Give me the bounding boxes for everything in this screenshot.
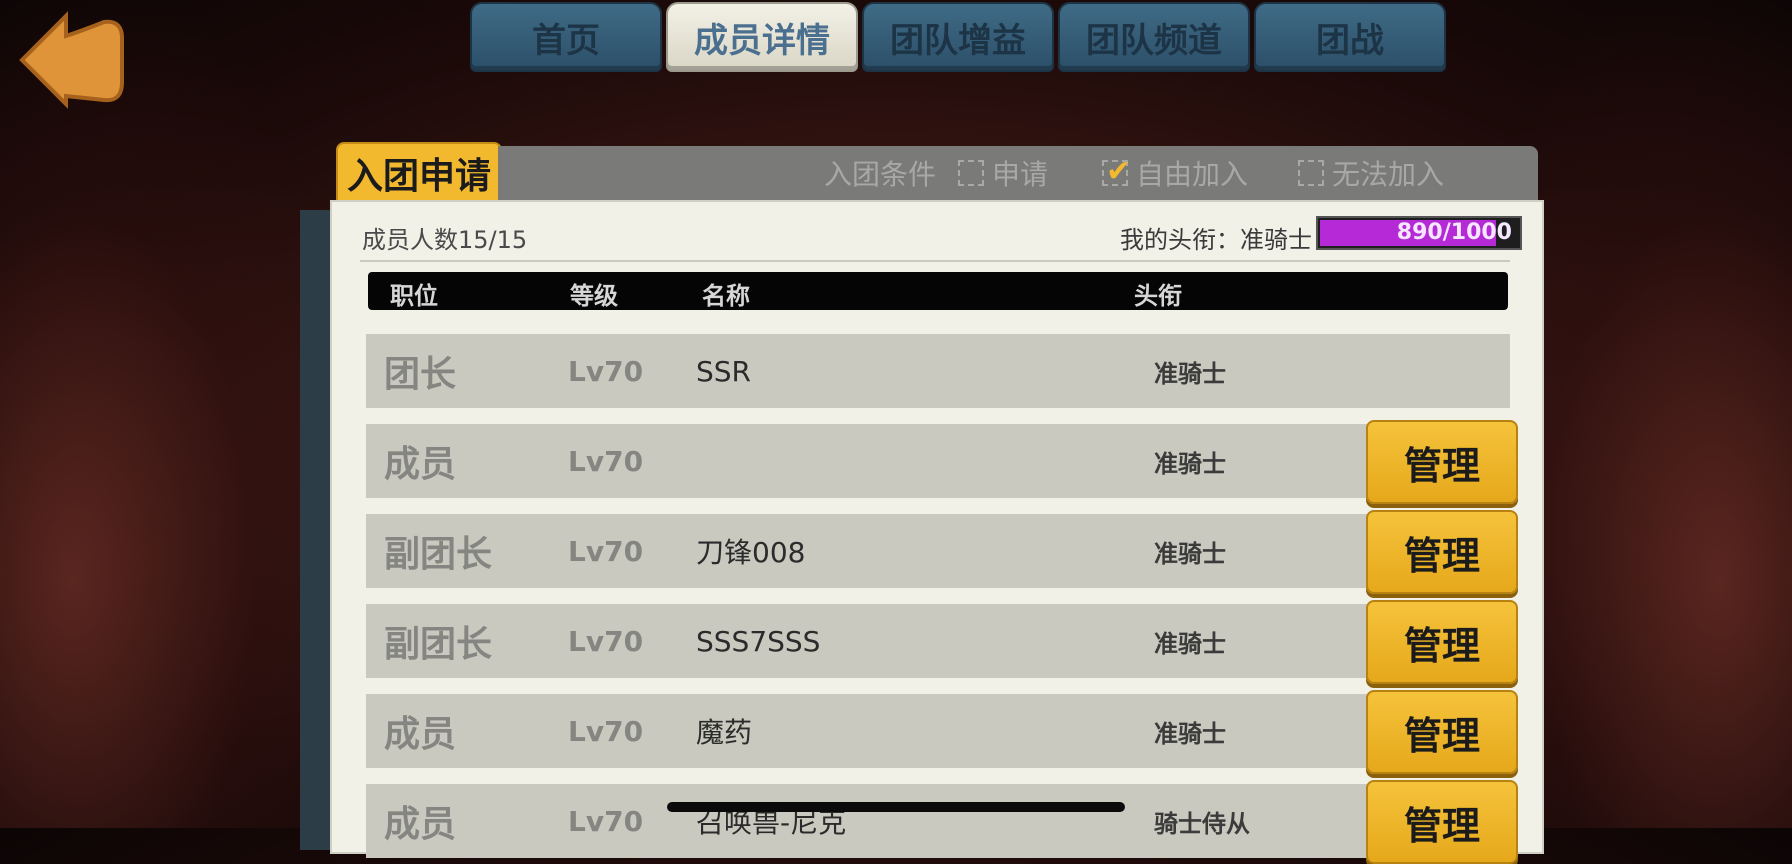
manage-button[interactable]: 管理 xyxy=(1366,690,1518,774)
manage-button[interactable]: 管理 xyxy=(1366,420,1518,504)
tab-team-channel[interactable]: 团队频道 xyxy=(1058,2,1250,72)
member-level: Lv70 xyxy=(568,714,644,748)
option-apply-label: 申请 xyxy=(992,158,1049,191)
member-level: Lv70 xyxy=(568,354,644,388)
member-title: 准骑士 xyxy=(1154,359,1226,388)
table-row[interactable]: 成员 Lv70 魔药 准骑士 管理 xyxy=(366,690,1518,774)
member-position: 团长 xyxy=(384,354,457,395)
xp-progress-text: 890/1000 xyxy=(1396,220,1512,245)
member-title: 准骑士 xyxy=(1154,539,1226,568)
back-arrow-icon xyxy=(19,11,124,109)
manage-button[interactable]: 管理 xyxy=(1366,510,1518,594)
member-title: 准骑士 xyxy=(1154,629,1226,658)
member-position: 副团长 xyxy=(384,624,493,665)
tab-team-buffs[interactable]: 团队增益 xyxy=(862,2,1054,72)
conditions-label: 入团条件 xyxy=(824,158,937,191)
member-name: 刀锋008 xyxy=(696,536,806,569)
member-name: SSR xyxy=(696,354,752,388)
option-apply[interactable]: 申请 xyxy=(958,146,1048,200)
info-row: 成员人数15/15 我的头衔：准骑士 890/1000 xyxy=(362,216,1522,256)
join-conditions-bar: 入团条件 申请 ✔ 自由加入 无法加入 xyxy=(498,146,1538,200)
table-row[interactable]: 成员 Lv70 准骑士 管理 xyxy=(366,420,1518,504)
member-position: 成员 xyxy=(384,804,457,845)
check-icon: ✔ xyxy=(1106,154,1132,189)
manage-button[interactable]: 管理 xyxy=(1366,600,1518,684)
member-name: 召唤兽-尼克 xyxy=(696,806,847,839)
member-title: 准骑士 xyxy=(1154,719,1226,748)
xp-progress-bar: 890/1000 xyxy=(1316,216,1522,250)
column-level: 等级 xyxy=(570,282,618,310)
tab-member-details[interactable]: 成员详情 xyxy=(666,2,858,72)
member-level: Lv70 xyxy=(568,534,644,568)
join-requests-button[interactable]: 入团申请 xyxy=(336,142,502,204)
member-position: 副团长 xyxy=(384,534,493,575)
option-free-join[interactable]: ✔ 自由加入 xyxy=(1102,146,1248,200)
table-row[interactable]: 团长 Lv70 SSR 准骑士 xyxy=(366,334,1510,408)
member-name: 魔药 xyxy=(696,716,753,749)
member-count: 成员人数15/15 xyxy=(362,226,528,254)
table-row[interactable]: 成员 Lv70 召唤兽-尼克 骑士侍从 管理 xyxy=(366,780,1518,864)
member-name: SSS7SSS xyxy=(696,624,821,658)
member-level: Lv70 xyxy=(568,624,644,658)
member-title: 准骑士 xyxy=(1154,449,1226,478)
member-position: 成员 xyxy=(384,714,457,755)
member-panel: 成员人数15/15 我的头衔：准骑士 890/1000 职位 等级 名称 头衔 … xyxy=(330,200,1544,864)
tab-team-battle[interactable]: 团战 xyxy=(1254,2,1446,72)
column-name: 名称 xyxy=(702,282,750,310)
my-title: 我的头衔：准骑士 xyxy=(1120,226,1312,254)
member-title: 骑士侍从 xyxy=(1154,809,1250,838)
tab-home[interactable]: 首页 xyxy=(470,2,662,72)
checkbox-no-join[interactable] xyxy=(1298,160,1324,186)
column-position: 职位 xyxy=(390,282,438,310)
option-free-join-label: 自由加入 xyxy=(1136,158,1249,191)
home-indicator[interactable] xyxy=(667,802,1125,812)
checkbox-free-join[interactable]: ✔ xyxy=(1102,154,1131,189)
table-row[interactable]: 副团长 Lv70 刀锋008 准骑士 管理 xyxy=(366,510,1518,594)
manage-button[interactable]: 管理 xyxy=(1366,780,1518,864)
table-header: 职位 等级 名称 头衔 xyxy=(368,272,1508,310)
column-title: 头衔 xyxy=(1134,282,1182,310)
table-row[interactable]: 副团长 Lv70 SSS7SSS 准骑士 管理 xyxy=(366,600,1518,684)
divider xyxy=(360,260,1510,262)
tab-bar: 首页 成员详情 团队增益 团队频道 团战 xyxy=(470,2,1446,72)
checkbox-apply[interactable] xyxy=(958,160,984,186)
member-level: Lv70 xyxy=(568,444,644,478)
option-no-join-label: 无法加入 xyxy=(1332,158,1445,191)
member-level: Lv70 xyxy=(568,804,644,838)
member-position: 成员 xyxy=(384,444,457,485)
option-no-join[interactable]: 无法加入 xyxy=(1298,146,1444,200)
back-button[interactable] xyxy=(18,10,128,110)
